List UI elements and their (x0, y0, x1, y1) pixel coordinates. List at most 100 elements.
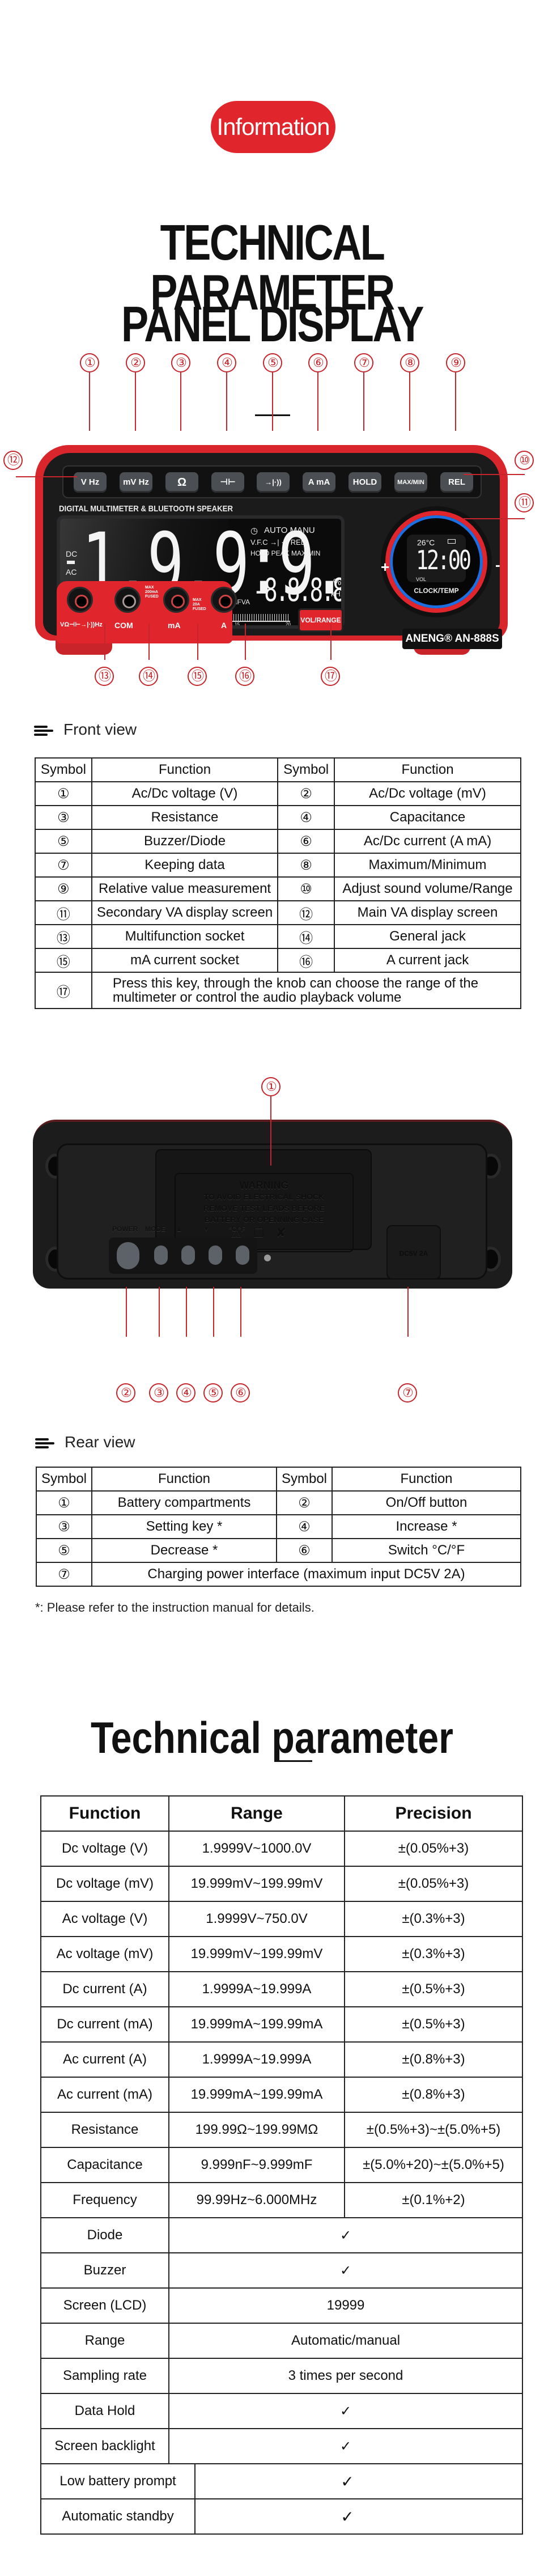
value-cell: ✓ (168, 2428, 523, 2464)
table-row: Ac current (mA) 19.999mA~199.99mA ±(0.8%+3… (40, 2077, 523, 2113)
key-mv-hz[interactable]: mV Hz (120, 472, 152, 493)
key-hold[interactable]: HOLD (348, 472, 381, 493)
mode-button[interactable] (154, 1245, 168, 1265)
leader-line (197, 624, 198, 660)
leader-line (104, 624, 105, 660)
callout-12: ⑫ (3, 451, 23, 470)
function-key-strip: V Hz mV Hz Ω ⊣⊢ →|·)) A mA HOLD MAX/MIN … (62, 465, 482, 498)
column-header: Function (334, 757, 521, 782)
table-row: Data Hold ✓ (40, 2393, 523, 2429)
leader-line (186, 1287, 187, 1337)
symbol-cell: ⑥ (277, 829, 335, 854)
function-cell: Buzzer (40, 2252, 169, 2289)
function-cell: Data Hold (40, 2393, 169, 2429)
function-cell: General jack (334, 924, 521, 949)
function-cell: Capacitance (334, 805, 521, 830)
value-cell: ✓ (341, 2507, 354, 2526)
rear-view-heading: Rear view (35, 1433, 135, 1451)
rear-label-down: ▼ (203, 1225, 210, 1233)
leader-line (464, 474, 525, 475)
brand-plate: ANENG® AN-888S (402, 629, 502, 649)
power-button[interactable] (117, 1242, 139, 1269)
callout-16: ⑯ (235, 667, 254, 686)
leader-line (180, 372, 181, 431)
decrease-button[interactable] (209, 1245, 222, 1265)
socket-a[interactable] (211, 587, 237, 613)
table-row: ⑦ Charging power interface (maximum input… (36, 1562, 521, 1587)
function-cell: Relative value measurement (91, 876, 279, 901)
section-divider (277, 1760, 312, 1762)
callout-13: ⑬ (95, 667, 114, 686)
leader-line (330, 624, 332, 660)
table-row: Screen (LCD) 19999 (40, 2287, 523, 2324)
leader-line (135, 372, 136, 431)
symbol-cell: ② (277, 781, 335, 806)
function-cell: Dc current (mA) (40, 2006, 169, 2043)
function-cell: Ac voltage (mV) (40, 1936, 169, 1972)
socket-warning-ma: MAX 200mA FUSED (145, 586, 159, 599)
column-header: Function (91, 1467, 277, 1492)
table-row: Buzzer ✓ (40, 2252, 523, 2289)
symbol-cell: ⑧ (277, 853, 335, 878)
rear-callout-3: ③ (149, 1383, 168, 1403)
socket-com[interactable] (114, 587, 141, 613)
key-ohm[interactable]: Ω (165, 472, 198, 493)
leader-line (272, 372, 273, 431)
symbol-cell: ⑫ (277, 900, 335, 925)
leader-line (363, 372, 364, 431)
table-row: Capacitance 9.999nF~9.999mF ±(5.0%+20)~±(5… (40, 2147, 523, 2183)
symbol-cell: ⑨ (35, 876, 92, 901)
callout-9: ⑨ (446, 353, 465, 372)
value-cell: 19999 (168, 2287, 523, 2324)
volume-range-knob[interactable]: 26°C 12:00 VOL CLOCK/TEMP (381, 506, 492, 617)
key-a-ma[interactable]: A mA (303, 472, 335, 493)
symbol-cell: ⑬ (35, 924, 92, 949)
rear-label-power: POWER (112, 1225, 138, 1233)
symbol-cell: ⑤ (36, 1538, 92, 1563)
function-cell: Decrease * (91, 1538, 277, 1563)
increase-button[interactable] (181, 1245, 195, 1265)
callout-7: ⑦ (354, 353, 373, 372)
input-socket-panel: MAX 200mA FUSED MAX 20A FUSED VΩ⊣⊢→|·))H… (57, 581, 237, 643)
precision-cell: ±(0.8%+3) (344, 2077, 523, 2113)
rear-callout-6: ⑥ (231, 1383, 250, 1403)
table-row: Sampling rate 3 times per second (40, 2358, 523, 2394)
function-cell: Dc voltage (V) (40, 1831, 169, 1867)
table-row: ⑤ Decrease * ⑥ Switch °C/°F (36, 1538, 521, 1563)
symbol-cell: ③ (35, 805, 92, 830)
socket-label-ma: mA (168, 621, 181, 630)
function-cell: Frequency (40, 2182, 169, 2218)
technical-parameter-table: Function Range Precision Dc voltage (V) 1… (40, 1795, 523, 2535)
vol-range-button[interactable]: VOL/RANGE (298, 608, 343, 632)
knob-clock-temp-label: CLOCK/TEMP (414, 587, 459, 595)
function-cell: Resistance (40, 2112, 169, 2148)
key-diode-buzzer[interactable]: →|·)) (257, 472, 290, 493)
socket-multifunction[interactable] (67, 587, 93, 613)
page-title-line-2: PANEL DISPLAY (121, 296, 424, 352)
key-capacitance[interactable]: ⊣⊢ (211, 472, 244, 493)
column-header: Symbol (36, 1467, 92, 1492)
key-max-min[interactable]: MAX/MIN (394, 472, 427, 493)
key-v-hz[interactable]: V Hz (74, 472, 107, 493)
precision-cell: ±(0.1%+2) (344, 2182, 523, 2218)
socket-label-multifunction: VΩ⊣⊢→|·))Hz (60, 621, 103, 628)
leader-line (245, 624, 246, 660)
callout-17: ⑰ (321, 667, 340, 686)
temp-unit-button[interactable] (236, 1245, 249, 1265)
key-rel[interactable]: REL (440, 472, 473, 493)
socket-ma[interactable] (163, 587, 189, 613)
symbol-cell: ⑥ (276, 1538, 333, 1563)
precision-cell: ±(0.05%+3) (344, 1831, 523, 1867)
rear-callout-1: ① (261, 1077, 280, 1096)
function-cell: mA current socket (91, 948, 279, 973)
socket-label-com: COM (114, 621, 133, 630)
value-cell: Automatic/manual (168, 2323, 523, 2359)
function-cell: Switch °C/°F (332, 1538, 521, 1563)
function-cell: Screen backlight (40, 2428, 169, 2464)
callout-1: ① (80, 353, 99, 372)
function-cell: Screen (LCD) (40, 2287, 169, 2324)
charging-port[interactable]: DC5V 2A (386, 1225, 441, 1279)
function-cell: Sampling rate (40, 2358, 169, 2394)
precision-cell: ±(0.5%+3) (344, 1971, 523, 2007)
rear-callout-2: ② (116, 1383, 135, 1403)
